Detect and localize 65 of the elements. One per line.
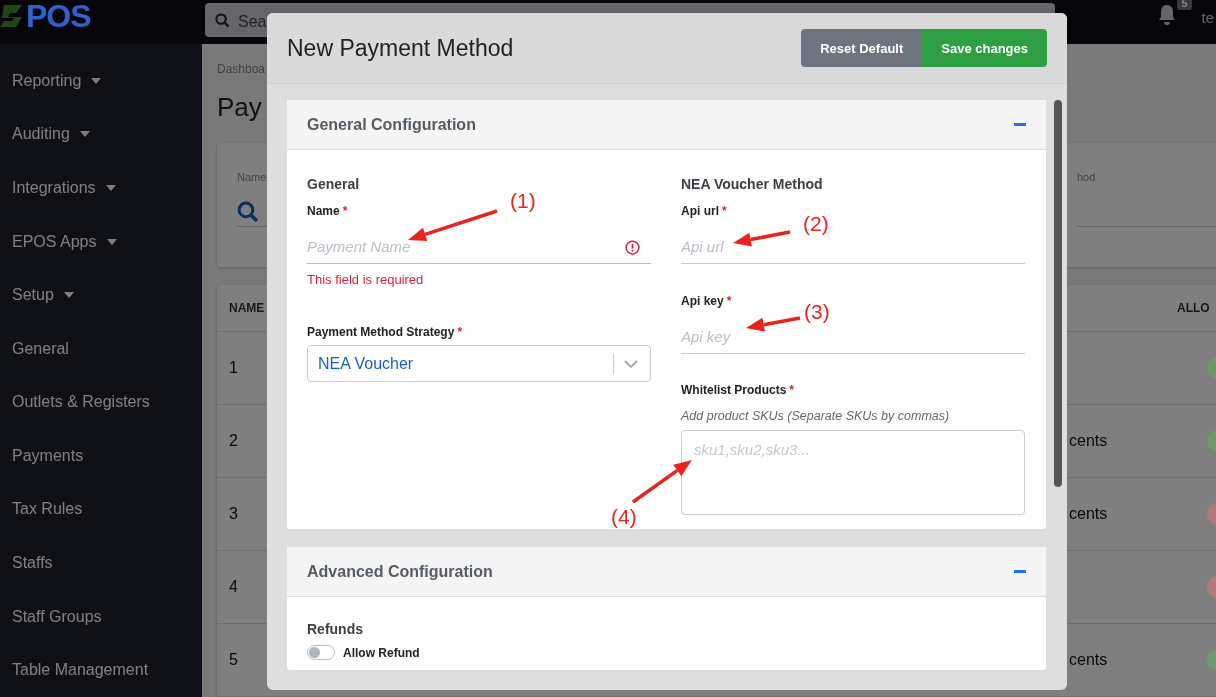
caret-icon — [63, 292, 74, 299]
sidebar-item[interactable]: Staffs — [0, 536, 202, 590]
sidebar-item[interactable]: Tax Rules — [0, 482, 202, 537]
search-icon — [215, 12, 230, 28]
section-title[interactable]: General Configuration — [307, 115, 476, 134]
table-cell: 1 — [229, 359, 238, 377]
field-label: Payment Method Strategy * — [307, 325, 464, 339]
filter-label: Name — [237, 171, 268, 183]
table-cell: 3 — [229, 505, 238, 523]
sidebar-item[interactable]: Reporting — [0, 54, 202, 108]
field-label: Name * — [307, 204, 349, 218]
refund-toggle[interactable] — [307, 645, 335, 660]
error-message: This field is required — [307, 272, 425, 287]
filter-label: hod — [1077, 171, 1097, 183]
table-cell: cents — [1069, 432, 1108, 450]
sidebar-item[interactable]: Staff Groups — [0, 589, 202, 644]
column-header: NAME — [229, 301, 265, 315]
field-label: Whitelist Products * — [681, 383, 795, 397]
modal-title: New Payment Method — [287, 34, 514, 62]
error-icon — [625, 240, 640, 255]
bell-icon[interactable] — [1157, 4, 1178, 26]
caret-icon — [106, 238, 117, 245]
table-cell: 5 — [229, 651, 238, 669]
caret-icon — [105, 184, 116, 191]
logo-text: POS — [26, 0, 91, 35]
table-cell: cents — [1069, 505, 1108, 523]
search-icon — [237, 200, 259, 223]
annotation-arrow — [746, 316, 801, 332]
collapse-icon[interactable] — [1014, 570, 1026, 573]
sidebar-item[interactable]: EPOS Apps — [0, 214, 202, 269]
caret-icon — [79, 131, 90, 138]
page-title: Pay — [217, 92, 263, 123]
collapse-icon[interactable] — [1014, 123, 1026, 126]
sidebar-item[interactable]: Integrations — [0, 161, 202, 215]
field-hint: Add product SKUs (Separate SKUs by commas) — [681, 409, 951, 423]
sku-textarea[interactable]: sku1,sku2,sku3... — [681, 430, 1025, 515]
table-cell: cents — [1069, 651, 1108, 669]
column-header: ALLO — [1177, 301, 1210, 315]
sidebar-item[interactable]: Auditing — [0, 107, 202, 162]
annotation-arrow — [733, 230, 791, 247]
chevron-down-icon — [624, 359, 638, 368]
table-cell: 2 — [229, 432, 238, 450]
sidebar-item[interactable]: General — [0, 321, 202, 376]
annotation-label: (4) — [611, 505, 637, 529]
notification-badge: 5 — [1177, 0, 1192, 10]
save-button[interactable]: Save changes — [922, 29, 1047, 67]
sidebar-item[interactable]: Setup — [0, 268, 202, 322]
field-label: Api url * — [681, 204, 728, 218]
annotation-label: (1) — [510, 189, 536, 213]
table-cell: 4 — [229, 578, 238, 596]
group-heading: NEA Voucher Method — [681, 176, 824, 192]
sidebar-item[interactable]: Outlets & Registers — [0, 375, 202, 430]
annotation-arrow — [632, 460, 692, 504]
user-name[interactable]: te — [1201, 8, 1214, 26]
caret-icon — [91, 77, 102, 84]
strategy-select[interactable]: NEA Voucher — [307, 345, 651, 382]
group-heading: General — [307, 176, 361, 192]
sidebar-item[interactable]: Table Management — [0, 643, 202, 697]
toggle-label: Allow Refund — [343, 645, 420, 660]
reset-button[interactable]: Reset Default — [801, 29, 923, 67]
field-label: Api key * — [681, 294, 733, 308]
scrollbar[interactable] — [1054, 100, 1062, 487]
group-heading: Refunds — [307, 621, 364, 637]
section-title[interactable]: Advanced Configuration — [307, 562, 493, 581]
sidebar-item[interactable]: Payments — [0, 429, 202, 483]
